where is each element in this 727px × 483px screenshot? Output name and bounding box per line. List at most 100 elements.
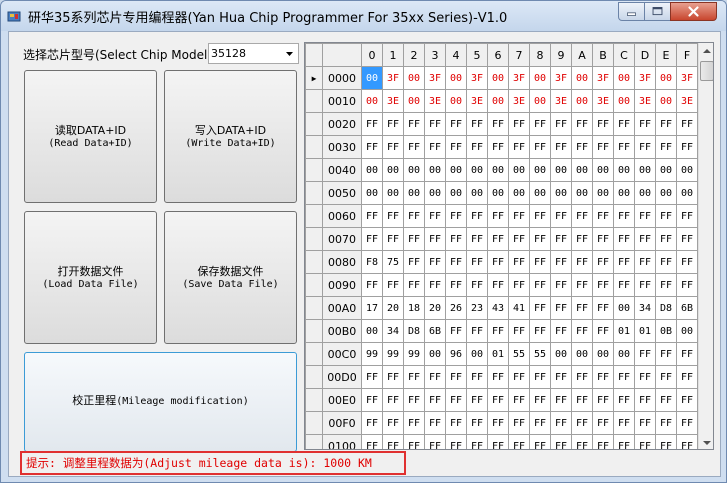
hex-cell[interactable]: 20	[382, 296, 404, 320]
hex-cell[interactable]: 00	[613, 181, 635, 205]
hex-cell[interactable]: FF	[466, 411, 488, 435]
hex-grid[interactable]: 0123456789ABCDEF ▶ 0000 00 3F 00 3F 00 3F 00 3F 00…	[304, 42, 714, 450]
hex-cell[interactable]: 43	[487, 296, 509, 320]
hex-cell[interactable]: FF	[592, 434, 614, 449]
hex-cell[interactable]: FF	[634, 135, 656, 159]
table-row[interactable]: 0040 00 00 00 00 00 00 00 00 00 00 00 00 00 00 00 00	[305, 158, 698, 182]
hex-cell[interactable]: FF	[529, 434, 551, 449]
hex-cell[interactable]: 0B	[655, 319, 677, 343]
hex-cell[interactable]: 99	[382, 342, 404, 366]
hex-cell[interactable]: FF	[487, 204, 509, 228]
hex-cell[interactable]: FF	[508, 319, 530, 343]
hex-cell[interactable]: FF	[613, 135, 635, 159]
hex-cell[interactable]: FF	[487, 250, 509, 274]
hex-cell[interactable]: FF	[445, 227, 467, 251]
hex-cell[interactable]: FF	[487, 135, 509, 159]
table-row[interactable]: 00D0 FF FF FF FF FF FF FF FF FF FF FF FF FF FF FF FF	[305, 365, 698, 389]
hex-cell[interactable]: 3E	[592, 89, 614, 113]
row-selector[interactable]	[305, 365, 323, 389]
hex-cell[interactable]: FF	[361, 365, 383, 389]
hex-cell[interactable]: FF	[487, 434, 509, 449]
hex-cell[interactable]: 00	[361, 181, 383, 205]
hex-cell[interactable]: 00	[529, 181, 551, 205]
hex-cell[interactable]: 00	[655, 158, 677, 182]
hex-cell[interactable]: 00	[571, 158, 593, 182]
column-header[interactable]: 9	[550, 43, 572, 67]
hex-cell[interactable]: FF	[382, 273, 404, 297]
hex-cell[interactable]: FF	[508, 204, 530, 228]
hex-cell[interactable]: FF	[655, 112, 677, 136]
hex-cell[interactable]: FF	[613, 434, 635, 449]
hex-cell[interactable]: FF	[403, 388, 425, 412]
hex-cell[interactable]: FF	[424, 250, 446, 274]
hex-cell[interactable]: FF	[634, 273, 656, 297]
hex-cell[interactable]: FF	[466, 112, 488, 136]
hex-cell[interactable]: FF	[403, 273, 425, 297]
hex-cell[interactable]: 20	[424, 296, 446, 320]
hex-cell[interactable]: FF	[361, 204, 383, 228]
hex-cell[interactable]: FF	[445, 273, 467, 297]
hex-cell[interactable]: FF	[634, 388, 656, 412]
row-selector[interactable]	[305, 296, 323, 320]
hex-cell[interactable]: 3F	[382, 66, 404, 90]
hex-cell[interactable]: FF	[613, 112, 635, 136]
hex-cell[interactable]: FF	[529, 388, 551, 412]
hex-cell[interactable]: FF	[676, 227, 698, 251]
hex-cell[interactable]: 00	[529, 66, 551, 90]
hex-cell[interactable]: FF	[592, 135, 614, 159]
hex-cell[interactable]: FF	[529, 296, 551, 320]
hex-cell[interactable]: 3F	[550, 66, 572, 90]
hex-cell[interactable]: D8	[655, 296, 677, 320]
hex-cell[interactable]: 00	[403, 89, 425, 113]
hex-cell[interactable]: 34	[634, 296, 656, 320]
hex-cell[interactable]: FF	[508, 135, 530, 159]
hex-cell[interactable]: 00	[592, 181, 614, 205]
column-header[interactable]: E	[655, 43, 677, 67]
hex-cell[interactable]: 00	[634, 158, 656, 182]
hex-cell[interactable]: FF	[445, 411, 467, 435]
hex-cell[interactable]: FF	[529, 250, 551, 274]
hex-cell[interactable]: FF	[487, 388, 509, 412]
hex-cell[interactable]: FF	[592, 388, 614, 412]
hex-cell[interactable]: FF	[550, 434, 572, 449]
hex-cell[interactable]: FF	[529, 365, 551, 389]
hex-cell[interactable]: FF	[445, 319, 467, 343]
hex-cell[interactable]: FF	[655, 434, 677, 449]
minimize-button[interactable]	[618, 2, 645, 21]
hex-cell[interactable]: 00	[550, 158, 572, 182]
hex-cell[interactable]: FF	[487, 227, 509, 251]
hex-cell[interactable]: FF	[445, 388, 467, 412]
hex-cell[interactable]: FF	[529, 135, 551, 159]
hex-cell[interactable]: FF	[655, 250, 677, 274]
hex-cell[interactable]: FF	[550, 411, 572, 435]
hex-cell[interactable]: FF	[403, 411, 425, 435]
column-header[interactable]: 5	[466, 43, 488, 67]
hex-cell[interactable]: FF	[424, 204, 446, 228]
hex-cell[interactable]: FF	[550, 365, 572, 389]
hex-cell[interactable]: FF	[424, 434, 446, 449]
hex-cell[interactable]: FF	[571, 296, 593, 320]
hex-cell[interactable]: FF	[613, 227, 635, 251]
hex-cell[interactable]: FF	[466, 365, 488, 389]
hex-cell[interactable]: 3F	[634, 66, 656, 90]
table-row[interactable]: 00A0 17 20 18 20 26 23 43 41 FF FF FF FF 00 34 D8 6B	[305, 296, 698, 320]
hex-cell[interactable]: FF	[655, 342, 677, 366]
hex-cell[interactable]: FF	[508, 273, 530, 297]
column-header[interactable]: 2	[403, 43, 425, 67]
hex-cell[interactable]: FF	[676, 434, 698, 449]
hex-cell[interactable]: 3E	[676, 89, 698, 113]
table-row[interactable]: ▶ 0000 00 3F 00 3F 00 3F 00 3F 00 3F 00 3F 00 3F 00 3F	[305, 66, 698, 90]
hex-cell[interactable]: FF	[592, 250, 614, 274]
scroll-thumb[interactable]	[700, 61, 713, 81]
hex-cell[interactable]: FF	[403, 434, 425, 449]
hex-cell[interactable]: FF	[613, 204, 635, 228]
hex-cell[interactable]: FF	[529, 411, 551, 435]
hex-cell[interactable]: 00	[529, 158, 551, 182]
hex-cell[interactable]: FF	[424, 411, 446, 435]
hex-cell[interactable]: FF	[382, 112, 404, 136]
hex-cell[interactable]: 00	[487, 181, 509, 205]
column-header[interactable]: A	[571, 43, 593, 67]
hex-cell[interactable]: FF	[382, 135, 404, 159]
hex-cell[interactable]: FF	[382, 365, 404, 389]
hex-cell[interactable]: FF	[592, 365, 614, 389]
